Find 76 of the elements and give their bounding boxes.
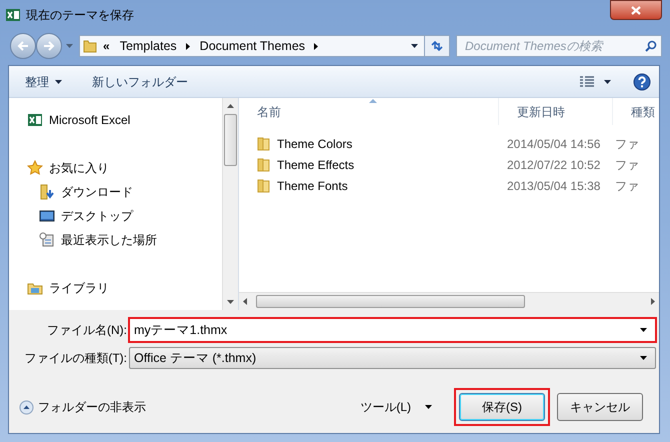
file-name-input[interactable]: myテーマ1.thmx (134, 320, 640, 340)
view-options-button[interactable] (580, 76, 611, 88)
folder-item[interactable]: Theme Fonts (239, 176, 499, 194)
list-view-icon (580, 76, 594, 88)
vertical-scrollbar[interactable] (222, 98, 238, 310)
dropdown-arrow-icon (640, 356, 647, 360)
dropdown-arrow-icon (604, 80, 611, 84)
navigation-item[interactable]: ダウンロード (9, 180, 133, 204)
desktop-icon (39, 208, 55, 224)
dialog-button[interactable]: キャンセル (557, 393, 643, 421)
hide-folders-button[interactable]: フォルダーの非表示 (19, 398, 146, 416)
folder-item[interactable]: Theme Effects (239, 156, 499, 174)
folder-icon (257, 178, 271, 192)
modified-date: 2012/07/22 10:52 (506, 156, 602, 174)
dropdown-arrow-icon (55, 80, 62, 84)
file-type: ファ (614, 178, 639, 194)
close-button[interactable] (610, 0, 662, 20)
collapse-up-icon (19, 400, 34, 414)
chevron-right-icon[interactable] (186, 42, 190, 50)
left-arrow-icon (17, 41, 29, 51)
folder-icon (83, 39, 97, 53)
help-icon[interactable] (633, 72, 651, 90)
navigation-item[interactable]: Microsoft Excel (9, 108, 130, 132)
chevron-right-icon[interactable] (314, 42, 318, 50)
favorites-icon (27, 160, 43, 176)
dialog-button[interactable]: 保存(S) (459, 393, 545, 421)
scrollbar-thumb[interactable] (256, 295, 525, 308)
horizontal-scrollbar[interactable] (239, 292, 659, 310)
breadcrumb-link[interactable]: Templates (120, 36, 177, 56)
address-bar[interactable]: « Templates Document Themes (79, 35, 425, 57)
dropdown-arrow-icon (425, 405, 432, 409)
navigation-item[interactable]: ライブラリ (9, 276, 109, 300)
column-header[interactable]: 更新日時 (499, 98, 613, 125)
dropdown-arrow-icon[interactable] (411, 44, 418, 48)
search-field[interactable]: Document Themesの検索 (456, 35, 662, 57)
folder-icon (257, 136, 271, 150)
file-name-field[interactable]: myテーマ1.thmx (129, 318, 656, 342)
dropdown-arrow-icon[interactable] (640, 328, 647, 332)
modified-date: 2013/05/04 15:38 (506, 178, 602, 194)
recent-icon (39, 232, 55, 248)
excel-icon (27, 112, 43, 128)
downloads-icon (39, 184, 55, 200)
search-input[interactable]: Document Themesの検索 (465, 37, 645, 55)
modified-date: 2014/05/04 14:56 (506, 136, 602, 152)
navigation-item[interactable]: 最近表示した場所 (9, 228, 157, 252)
left-arrow-icon[interactable] (243, 298, 247, 305)
window-title: 現在のテーマを保存 (26, 7, 134, 24)
right-arrow-icon (43, 41, 55, 51)
tools-menu[interactable]: ツール(L) (360, 398, 432, 416)
column-header[interactable]: 種類 (613, 98, 659, 125)
back-button[interactable] (10, 33, 36, 59)
navigation-item[interactable]: デスクトップ (9, 204, 133, 228)
folder-item[interactable]: Theme Colors (239, 134, 499, 152)
up-arrow-icon[interactable] (227, 104, 234, 108)
refresh-arrows-icon (430, 40, 444, 52)
forward-button[interactable] (36, 33, 62, 59)
breadcrumb-link[interactable]: Document Themes (200, 36, 306, 56)
folder-icon (257, 158, 271, 172)
excel-icon (6, 8, 20, 22)
file-type-label: ファイルの種類(T): (23, 350, 128, 367)
scrollbar-thumb[interactable] (224, 114, 237, 166)
organize-menu[interactable]: 整理 (25, 72, 62, 90)
file-type: ファ (614, 136, 639, 152)
close-icon (631, 6, 641, 14)
navigation-item[interactable]: お気に入り (9, 156, 109, 180)
file-type: ファ (614, 156, 639, 174)
overflow-chevron[interactable]: « (103, 37, 110, 55)
down-arrow-icon[interactable] (227, 300, 234, 304)
search-icon (645, 40, 657, 52)
right-arrow-icon[interactable] (651, 298, 655, 305)
column-header[interactable]: 名前 (239, 98, 499, 125)
new-folder-button[interactable]: 新しいフォルダー (92, 72, 188, 90)
sort-arrow-icon (368, 99, 376, 103)
file-type-dropdown[interactable]: Office テーマ (*.thmx) (129, 347, 656, 369)
file-name-label: ファイル名(N): (46, 322, 128, 339)
refresh-button[interactable] (424, 35, 450, 57)
